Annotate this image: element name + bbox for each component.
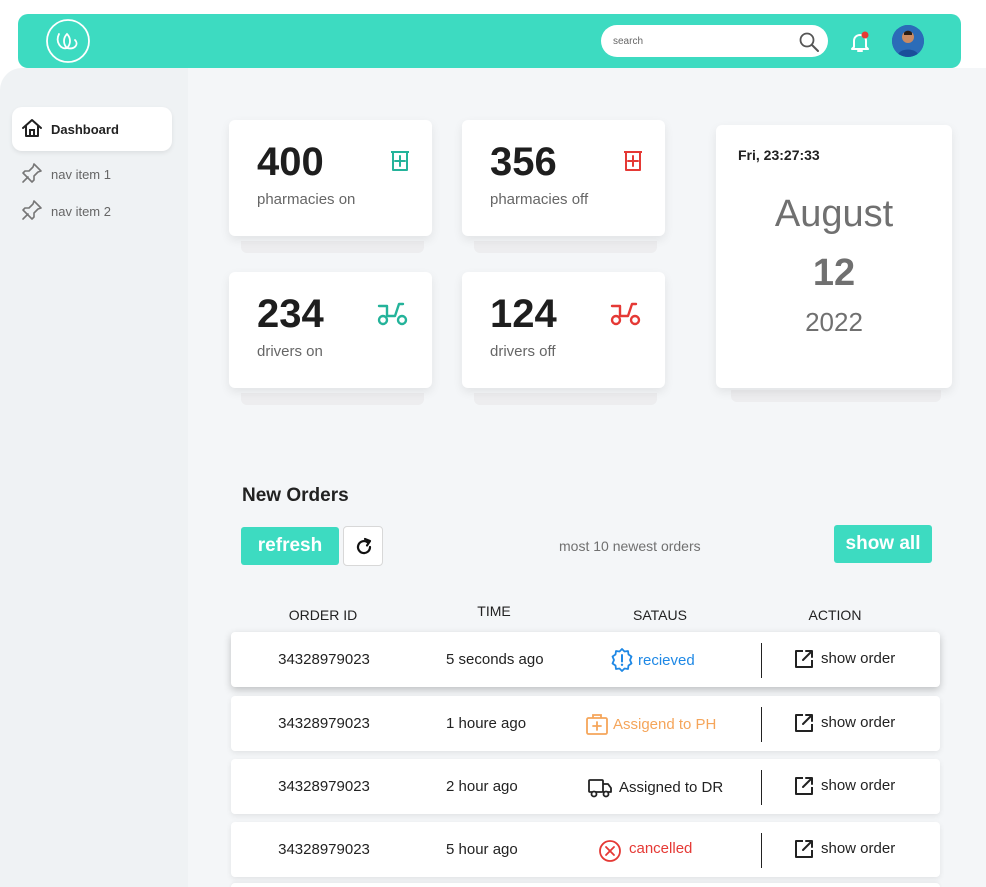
sidebar-item-dashboard[interactable]: Dashboard	[12, 107, 172, 151]
table-row[interactable]	[231, 883, 940, 887]
divider	[761, 707, 762, 742]
top-bar	[18, 14, 961, 68]
pharmacy-icon	[391, 151, 409, 171]
divider	[761, 770, 762, 805]
stat-label: drivers off	[490, 343, 556, 360]
sidebar-item-label: nav item 1	[51, 167, 111, 182]
order-time: 5 seconds ago	[446, 651, 544, 668]
section-title: New Orders	[242, 485, 349, 506]
clock-text: Fri, 23:27:33	[738, 147, 820, 163]
table-row[interactable]: 34328979023 5 hour ago cancelled show or…	[231, 822, 940, 877]
external-link-icon	[795, 840, 813, 858]
order-id: 34328979023	[278, 715, 370, 732]
refresh-button[interactable]: refresh	[241, 527, 339, 565]
sidebar-item-label: Dashboard	[51, 122, 119, 137]
column-header-order-id: ORDER ID	[288, 607, 358, 623]
pharmacy-icon	[624, 151, 642, 171]
table-row[interactable]: 34328979023 1 houre ago Assigend to PH s…	[231, 696, 940, 751]
avatar[interactable]	[892, 25, 924, 57]
card-shadow	[241, 393, 424, 405]
stat-card-pharmacies-off: 356 pharmacies off	[462, 120, 665, 236]
column-header-action: ACTION	[808, 607, 862, 623]
divider	[761, 643, 762, 678]
card-shadow	[731, 390, 941, 402]
home-icon	[22, 119, 42, 137]
stat-value: 234	[257, 292, 324, 336]
logo-icon[interactable]	[45, 18, 91, 64]
cancel-circle-icon	[599, 840, 621, 862]
sidebar: Dashboard nav item 1 nav item 2	[0, 68, 188, 887]
status-text: Assigned to DR	[619, 779, 724, 796]
stat-label: drivers on	[257, 343, 323, 360]
orders-caption: most 10 newest orders	[559, 538, 701, 554]
stat-value: 124	[490, 292, 557, 336]
action-text: show order	[821, 840, 896, 857]
date-year: 2022	[805, 307, 863, 337]
truck-icon	[588, 779, 612, 798]
card-shadow	[474, 393, 657, 405]
sidebar-item-nav-2[interactable]: nav item 2	[21, 199, 171, 223]
stat-label: pharmacies on	[257, 191, 356, 208]
sidebar-item-nav-1[interactable]: nav item 1	[21, 162, 171, 186]
date-card: Fri, 23:27:33 August 12 2022	[716, 125, 952, 388]
date-day: 12	[812, 252, 856, 294]
stat-label: pharmacies off	[490, 191, 589, 208]
date-month: August	[774, 193, 894, 235]
main-content: 400 pharmacies on 356 pharmacies off 234…	[188, 68, 986, 887]
action-text: show order	[821, 777, 896, 794]
external-link-icon	[795, 650, 813, 668]
order-id: 34328979023	[278, 651, 370, 668]
action-text: show order	[821, 714, 896, 731]
stat-card-drivers-off: 124 drivers off	[462, 272, 665, 388]
external-link-icon	[795, 714, 813, 732]
pin-icon	[22, 163, 42, 183]
search-input[interactable]	[613, 33, 783, 49]
order-id: 34328979023	[278, 778, 370, 795]
scooter-icon	[377, 302, 408, 326]
order-id: 34328979023	[278, 841, 370, 858]
order-time: 1 houre ago	[446, 715, 527, 732]
pin-icon	[22, 200, 42, 220]
scooter-icon	[610, 302, 641, 326]
table-row[interactable]: 34328979023 5 seconds ago recieved show …	[231, 632, 940, 687]
column-header-status: SATAUS	[633, 607, 687, 623]
stat-value: 356	[490, 140, 557, 184]
status-text: cancelled	[629, 840, 693, 857]
card-shadow	[474, 241, 657, 253]
search-box	[601, 25, 828, 57]
bell-icon[interactable]	[848, 30, 872, 54]
stat-value: 400	[257, 140, 324, 184]
table-row[interactable]: 34328979023 2 hour ago Assigned to DR sh…	[231, 759, 940, 814]
order-time: 2 hour ago	[446, 778, 518, 795]
stat-card-drivers-on: 234 drivers on	[229, 272, 432, 388]
stat-card-pharmacies-on: 400 pharmacies on	[229, 120, 432, 236]
order-time: 5 hour ago	[446, 841, 518, 858]
medical-kit-icon	[586, 714, 608, 735]
reload-button[interactable]	[343, 526, 383, 566]
card-shadow	[241, 241, 424, 253]
column-header-time: TIME	[477, 603, 511, 619]
divider	[761, 833, 762, 868]
reload-icon	[356, 537, 372, 555]
external-link-icon	[795, 777, 813, 795]
search-icon[interactable]	[798, 31, 820, 53]
show-all-button[interactable]: show all	[834, 525, 932, 563]
action-text: show order	[821, 650, 896, 667]
alert-badge-icon	[611, 648, 633, 672]
status-text: recieved	[638, 652, 695, 669]
status-text: Assigend to PH	[613, 716, 717, 733]
sidebar-item-label: nav item 2	[51, 204, 111, 219]
